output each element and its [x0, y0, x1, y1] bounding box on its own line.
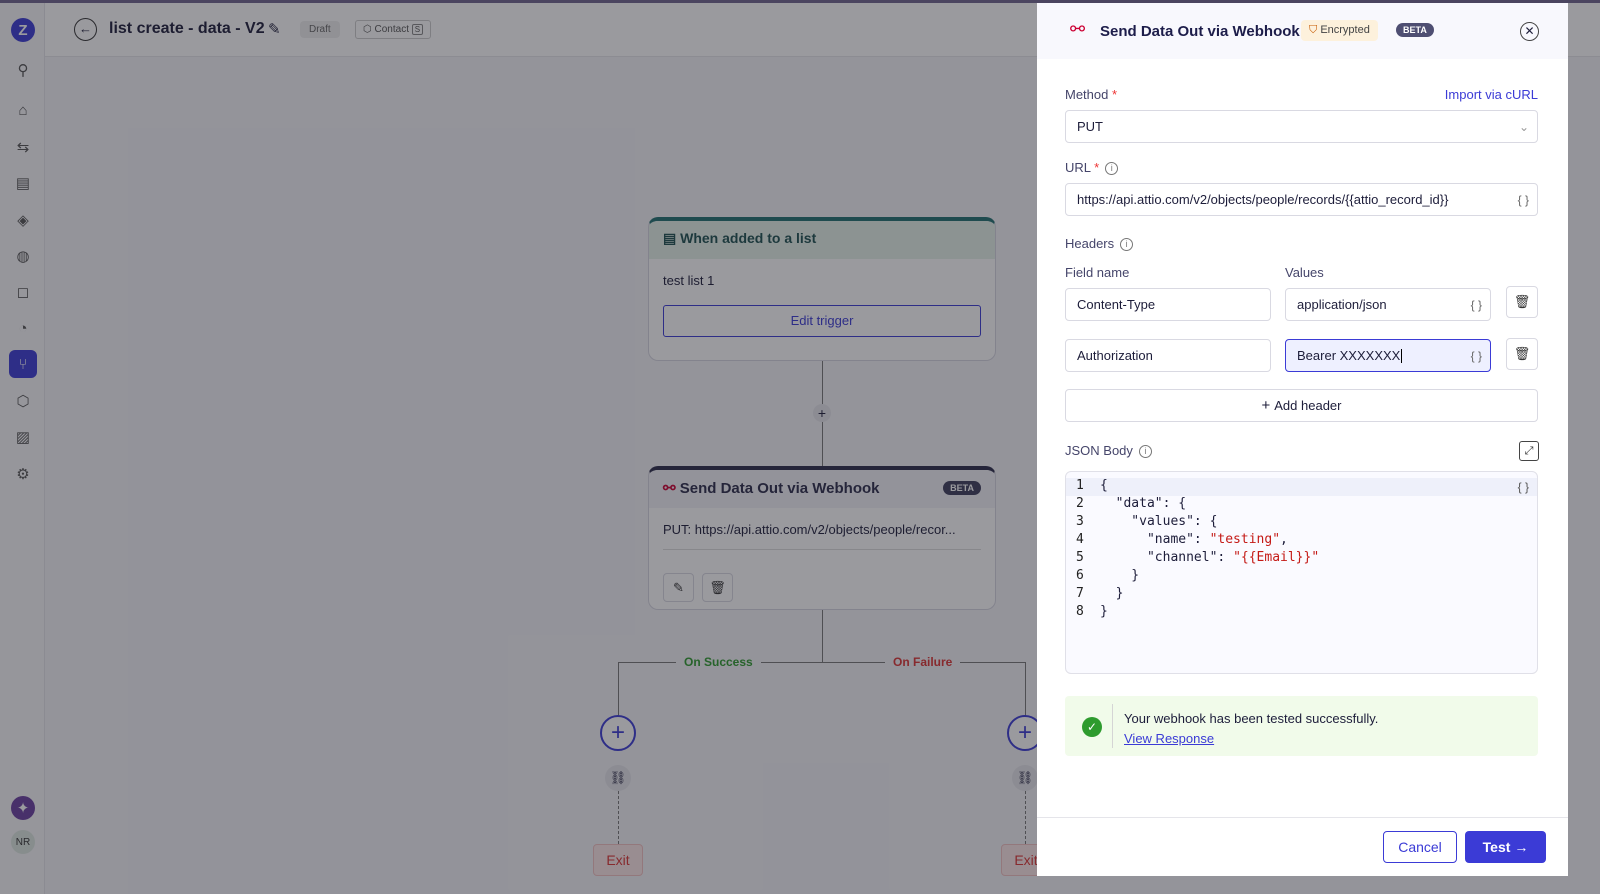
chevron-down-icon: ⌄: [1518, 119, 1529, 134]
method-label: Method *: [1065, 87, 1118, 102]
beta-badge: BETA: [1396, 23, 1434, 37]
expand-icon[interactable]: ⤢: [1519, 441, 1539, 461]
code-string: "testing": [1209, 532, 1281, 547]
code-line: 1{: [1066, 478, 1537, 496]
header-value-input[interactable]: Bearer XXXXXXX{ }: [1285, 339, 1491, 372]
delete-header-button[interactable]: 🗑: [1506, 286, 1538, 318]
code-line: 2 "data": {: [1066, 496, 1537, 514]
info-icon: i: [1105, 162, 1119, 176]
plus-icon: +: [1261, 397, 1271, 414]
variable-picker-icon[interactable]: { }: [1518, 480, 1529, 494]
code-line: 8}: [1066, 604, 1537, 622]
method-select[interactable]: PUT ⌄: [1065, 110, 1538, 143]
code-string: "{{Email}}": [1233, 550, 1320, 565]
field-name-label: Field name: [1065, 265, 1130, 280]
code-line: 6 }: [1066, 568, 1537, 586]
header-value-input[interactable]: application/json{ }: [1285, 288, 1491, 321]
line-number: 4: [1076, 532, 1084, 547]
code-text: "channel":: [1100, 550, 1234, 565]
webhook-icon: ⚯: [1070, 19, 1086, 39]
url-label: URL * i: [1065, 160, 1119, 176]
test-button[interactable]: Test →: [1465, 831, 1546, 863]
check-circle-icon: ✓: [1082, 717, 1102, 737]
code-text: }: [1100, 586, 1124, 601]
footer-divider: [1037, 817, 1568, 818]
code-text: ,: [1280, 532, 1288, 547]
json-body-editor[interactable]: 1{2 "data": {3 "values": {4 "name": "tes…: [1065, 471, 1538, 674]
delete-header-button[interactable]: 🗑: [1506, 338, 1538, 370]
info-icon: i: [1120, 238, 1134, 252]
line-number: 7: [1076, 586, 1084, 601]
url-input[interactable]: https://api.attio.com/v2/objects/people/…: [1065, 183, 1538, 216]
code-text: }: [1100, 568, 1140, 583]
line-number: 8: [1076, 604, 1084, 619]
panel-header: ⚯ Send Data Out via Webhook ⛉ Encrypted …: [1037, 3, 1568, 59]
import-curl-link[interactable]: Import via cURL: [1445, 87, 1538, 102]
code-line: 4 "name": "testing",: [1066, 532, 1537, 550]
encrypted-badge: ⛉ Encrypted: [1301, 20, 1378, 41]
code-text: "data": {: [1100, 496, 1187, 511]
code-line: 3 "values": {: [1066, 514, 1537, 532]
code-line: 7 }: [1066, 586, 1537, 604]
panel-title: Send Data Out via Webhook: [1100, 23, 1300, 40]
header-name-input[interactable]: Content-Type: [1065, 288, 1271, 321]
cancel-button[interactable]: Cancel: [1383, 831, 1457, 863]
success-message: Your webhook has been tested successfull…: [1124, 711, 1379, 726]
values-label: Values: [1285, 265, 1324, 280]
code-text: {: [1100, 478, 1108, 493]
code-text: }: [1100, 604, 1108, 619]
code-line: 5 "channel": "{{Email}}": [1066, 550, 1537, 568]
line-number: 1: [1076, 478, 1084, 493]
variable-picker-icon[interactable]: { }: [1471, 349, 1482, 363]
headers-label: Headers i: [1065, 236, 1134, 252]
line-number: 6: [1076, 568, 1084, 583]
line-number: 2: [1076, 496, 1084, 511]
webhook-settings-panel: ⚯ Send Data Out via Webhook ⛉ Encrypted …: [1037, 3, 1568, 876]
shield-icon: ⛉: [1309, 24, 1321, 36]
success-alert: ✓ Your webhook has been tested successfu…: [1065, 696, 1538, 756]
info-icon: i: [1138, 445, 1152, 459]
divider: [1112, 704, 1113, 748]
arrow-right-icon: →: [1514, 839, 1529, 855]
variable-picker-icon[interactable]: { }: [1471, 298, 1482, 312]
line-number: 3: [1076, 514, 1084, 529]
code-text: "name":: [1100, 532, 1210, 547]
code-text: "values": {: [1100, 514, 1218, 529]
view-response-link[interactable]: View Response: [1124, 731, 1214, 746]
header-name-input[interactable]: Authorization: [1065, 339, 1271, 372]
variable-picker-icon[interactable]: { }: [1518, 193, 1529, 207]
close-icon[interactable]: ✕: [1520, 22, 1539, 41]
json-body-label: JSON Body i: [1065, 443, 1152, 459]
line-number: 5: [1076, 550, 1084, 565]
add-header-button[interactable]: + Add header: [1065, 389, 1538, 422]
